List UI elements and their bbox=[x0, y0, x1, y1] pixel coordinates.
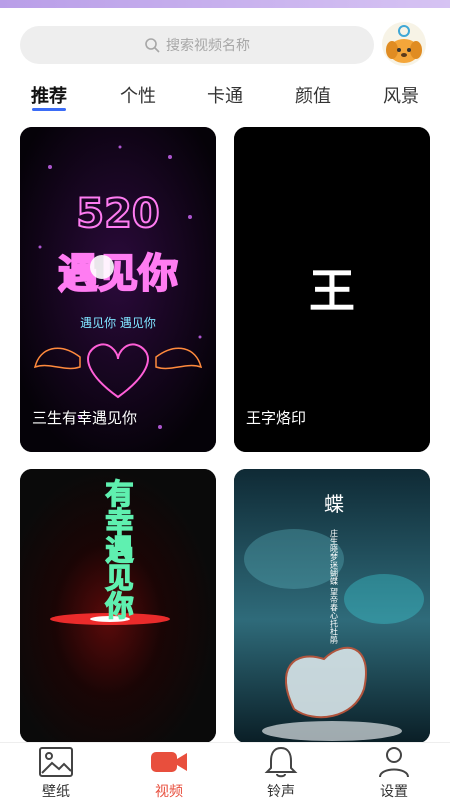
search-input[interactable]: 搜索视频名称 bbox=[20, 26, 374, 64]
nav-label: 视频 bbox=[155, 784, 183, 800]
video-card[interactable]: 王 王字烙印 bbox=[234, 127, 430, 452]
category-tabs: 推荐 个性 卡通 颜值 风景 bbox=[0, 78, 450, 116]
tab-personality[interactable]: 个性 bbox=[120, 82, 156, 108]
art-text: 有幸遇见你 bbox=[102, 479, 135, 619]
search-icon bbox=[145, 38, 160, 53]
video-card[interactable]: 520 遇见你 遇见你 遇见你 三生有幸遇见你 bbox=[20, 127, 216, 452]
tab-looks[interactable]: 颜值 bbox=[295, 82, 331, 108]
nav-video[interactable]: 视频 bbox=[124, 743, 214, 801]
status-bar-strip bbox=[0, 0, 450, 8]
nav-label: 壁纸 bbox=[42, 784, 70, 800]
art-text: 520 bbox=[76, 191, 160, 237]
nav-ringtone[interactable]: 铃声 bbox=[236, 743, 326, 801]
nav-settings[interactable]: 设置 bbox=[349, 743, 439, 801]
video-title: 王字烙印 bbox=[246, 409, 307, 427]
bottom-navigation: 壁纸 视频 铃声 设置 bbox=[0, 742, 450, 801]
card-thumbnail: 王 bbox=[234, 127, 430, 452]
nav-wallpaper[interactable]: 壁纸 bbox=[11, 743, 101, 801]
card-thumbnail: 有幸遇见你 bbox=[20, 469, 216, 743]
video-card[interactable]: 蝶 庄生晓梦迷蝴蝶 望帝春心托杜鹃 bbox=[234, 469, 430, 743]
art-text: 遇见你 bbox=[58, 251, 178, 297]
active-tab-indicator bbox=[32, 108, 66, 111]
person-icon bbox=[379, 747, 409, 778]
avatar[interactable] bbox=[380, 20, 428, 68]
bell-icon bbox=[264, 746, 298, 778]
art-text: 王 bbox=[309, 264, 355, 318]
tab-scenery[interactable]: 风景 bbox=[383, 82, 419, 108]
card-thumbnail: 蝶 庄生晓梦迷蝴蝶 望帝春心托杜鹃 bbox=[234, 469, 430, 743]
card-thumbnail: 520 遇见你 遇见你 遇见你 bbox=[20, 127, 216, 452]
video-card[interactable]: 有幸遇见你 bbox=[20, 469, 216, 743]
video-title: 三生有幸遇见你 bbox=[32, 409, 138, 427]
tab-recommend[interactable]: 推荐 bbox=[31, 82, 67, 108]
image-icon bbox=[39, 747, 73, 777]
art-poem: 庄生晓梦迷蝴蝶 望帝春心托杜鹃 bbox=[330, 528, 339, 645]
video-icon bbox=[151, 752, 187, 772]
art-title: 蝶 bbox=[324, 492, 344, 516]
search-placeholder: 搜索视频名称 bbox=[166, 38, 250, 54]
header: 搜索视频名称 bbox=[0, 8, 450, 78]
art-text: 遇见你 遇见你 bbox=[80, 316, 156, 330]
tab-cartoon[interactable]: 卡通 bbox=[207, 82, 243, 108]
nav-label: 铃声 bbox=[267, 784, 295, 800]
nav-label: 设置 bbox=[380, 784, 408, 800]
